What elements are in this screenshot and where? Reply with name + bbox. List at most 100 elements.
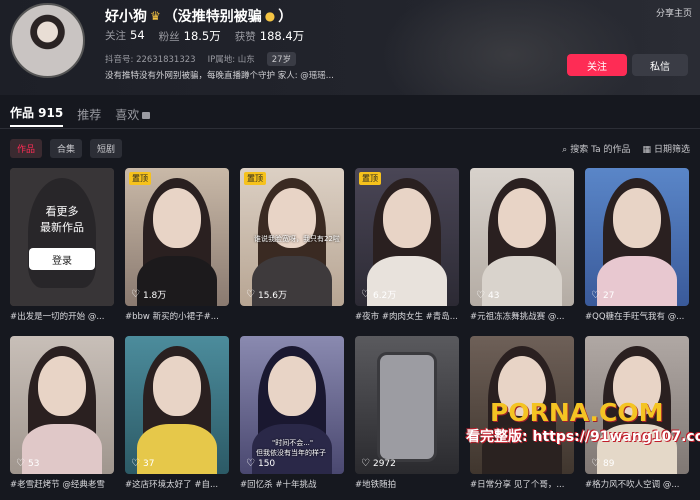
ip-location: IP属地: 山东 bbox=[207, 55, 255, 65]
video-card-2[interactable]: 置顶 ♡ 1.8万 #bbw 新买的小裙子#... bbox=[125, 168, 229, 322]
pinned-badge: 置顶 bbox=[244, 172, 266, 185]
heart-icon: ♡ bbox=[591, 458, 600, 469]
more-works-line1: 看更多 bbox=[45, 205, 79, 218]
more-works-overlay: 看更多 最新作品 登录 bbox=[10, 168, 114, 306]
profile-header: 好小狗 ♛ （没推特别被骗 ● ） 关注 54 粉丝 18.5万 获赞 188.4万 … bbox=[0, 0, 700, 95]
video-card-6[interactable]: ♡ 27 #QQ糖在手旺气我有 @... bbox=[585, 168, 689, 322]
video-thumbnail: ♡ 37 bbox=[125, 336, 229, 474]
like-count: ♡ 2972 bbox=[361, 458, 396, 469]
filter-chips: 作品 合集 短剧 bbox=[10, 139, 123, 158]
date-filter[interactable]: ▦ 日期筛选 bbox=[642, 142, 690, 155]
profile-meta: 抖音号: 22631831323 IP属地: 山东 27岁 bbox=[105, 52, 297, 66]
profile-name: 好小狗 bbox=[105, 9, 147, 25]
like-count: ♡ 43 bbox=[476, 290, 500, 301]
video-thumbnail: ♡ 43 bbox=[470, 168, 574, 306]
profile-bio: 没有推特没有外网别被骗，每晚直播蹲个守护 家人: @瑶瑶... bbox=[105, 71, 334, 81]
subway-door bbox=[377, 352, 437, 462]
video-card-7[interactable]: ♡ 53 #老雪赶烤节 @经典老雪 bbox=[10, 336, 114, 490]
pinned-badge: 置顶 bbox=[129, 172, 151, 185]
video-thumbnail: "时间不会..." 但我依没有当年的样子 ♡ 150 bbox=[240, 336, 344, 474]
search-icon: ⌕ bbox=[562, 145, 568, 155]
video-caption: #老雪赶烤节 @经典老雪 bbox=[10, 480, 105, 490]
video-overlay-text: 谁说我脸宽呀，我只有22啦 bbox=[254, 235, 340, 243]
video-caption: #这店环境太好了 #自... bbox=[125, 480, 219, 490]
video-caption: #QQ糖在手旺气我有 @... bbox=[585, 312, 685, 322]
tab-recommend[interactable]: 推荐 bbox=[77, 106, 101, 127]
video-overlay-text-2: 但我依没有当年的样子 bbox=[256, 449, 326, 457]
video-caption: #回忆杀 #十年挑战 bbox=[240, 480, 317, 490]
thumbnail-face bbox=[613, 188, 661, 248]
tabs-divider bbox=[0, 128, 700, 129]
like-count: ♡ 89 bbox=[591, 458, 615, 469]
fans-stat[interactable]: 粉丝 18.5万 bbox=[159, 28, 221, 44]
like-count: ♡ 27 bbox=[591, 290, 615, 301]
avatar[interactable] bbox=[10, 3, 85, 78]
follow-button[interactable]: 关注 bbox=[567, 54, 627, 76]
video-card-8[interactable]: ♡ 37 #这店环境太好了 #自... bbox=[125, 336, 229, 490]
video-thumbnail: ♡ 53 bbox=[10, 336, 114, 474]
video-thumbnail: ♡ 27 bbox=[585, 168, 689, 306]
thumbnail-face bbox=[153, 356, 201, 416]
video-overlay-text-1: "时间不会..." bbox=[272, 439, 314, 447]
heart-icon: ♡ bbox=[131, 289, 140, 300]
like-count: ♡ 53 bbox=[16, 458, 40, 469]
chip-works[interactable]: 作品 bbox=[10, 139, 43, 158]
video-thumbnail: ♡ 2972 bbox=[355, 336, 459, 474]
chip-collections[interactable]: 合集 bbox=[50, 139, 83, 158]
heart-icon: ♡ bbox=[476, 290, 485, 301]
video-card-3[interactable]: 置顶 谁说我脸宽呀，我只有22啦 ♡ 15.6万 bbox=[240, 168, 344, 310]
video-card-5[interactable]: ♡ 43 #元祖冻冻舞挑战赛 @... bbox=[470, 168, 574, 322]
share-profile-button[interactable]: 分享主页 bbox=[656, 6, 692, 19]
message-button[interactable]: 私信 bbox=[632, 54, 688, 76]
crown-icon: ♛ bbox=[150, 9, 161, 23]
search-works[interactable]: ⌕ 搜索 Ta 的作品 bbox=[562, 142, 630, 155]
thumbnail-face bbox=[498, 188, 546, 248]
video-card-10[interactable]: ♡ 2972 #地铁随拍 bbox=[355, 336, 459, 490]
video-caption: #bbw 新买的小裙子#... bbox=[125, 312, 219, 322]
thumbnail-face bbox=[153, 188, 201, 248]
video-caption: #夜市 #肉肉女生 #青岛... bbox=[355, 312, 458, 322]
tab-likes[interactable]: 喜欢 bbox=[115, 106, 151, 127]
video-thumbnail: 看更多 最新作品 登录 bbox=[10, 168, 114, 306]
heart-icon: ♡ bbox=[246, 289, 255, 300]
profile-name-end: ） bbox=[278, 9, 293, 25]
heart-icon: ♡ bbox=[16, 458, 25, 469]
name-row: 好小狗 ♛ （没推特别被骗 ● ） bbox=[105, 6, 292, 26]
pinned-badge: 置顶 bbox=[359, 172, 381, 185]
video-card-9[interactable]: "时间不会..." 但我依没有当年的样子 ♡ 150 #回忆杀 #十年挑战 bbox=[240, 336, 344, 490]
chip-short-drama[interactable]: 短剧 bbox=[90, 139, 123, 158]
video-caption: #日常分享 见了个哥，... bbox=[470, 480, 565, 490]
video-card-1[interactable]: 看更多 最新作品 登录 #出发是一切的开始 @... bbox=[10, 168, 114, 322]
header-background bbox=[380, 0, 640, 95]
video-thumbnail: 置顶 谁说我脸宽呀，我只有22啦 ♡ 15.6万 bbox=[240, 168, 344, 306]
video-caption: #元祖冻冻舞挑战赛 @... bbox=[470, 312, 565, 322]
following-stat[interactable]: 关注 54 bbox=[105, 28, 145, 44]
heart-icon: ♡ bbox=[361, 289, 370, 300]
video-caption: #地铁随拍 bbox=[355, 480, 397, 490]
like-count: ♡ 15.6万 bbox=[246, 289, 288, 301]
thumbnail-face bbox=[38, 356, 86, 416]
more-works-line2: 最新作品 bbox=[40, 221, 84, 234]
video-caption: #格力风不吹人空调 @... bbox=[585, 480, 680, 490]
age-badge: 27岁 bbox=[266, 52, 297, 66]
heart-icon: ♡ bbox=[131, 458, 140, 469]
profile-name-suffix: （没推特别被骗 bbox=[163, 9, 262, 25]
money-bag-icon: ● bbox=[264, 9, 276, 23]
douyin-id: 抖音号: 22631831323 bbox=[105, 55, 196, 65]
video-card-4[interactable]: 置顶 ♡ 6.2万 #夜市 #肉肉女生 #青岛... bbox=[355, 168, 459, 322]
thumbnail-face bbox=[383, 188, 431, 248]
like-count: ♡ 150 bbox=[246, 458, 276, 469]
lock-icon bbox=[142, 112, 151, 119]
video-caption: #出发是一切的开始 @... bbox=[10, 312, 105, 322]
heart-icon: ♡ bbox=[361, 458, 370, 469]
grid-tools: ⌕ 搜索 Ta 的作品 ▦ 日期筛选 bbox=[562, 142, 690, 155]
video-thumbnail: 置顶 ♡ 6.2万 bbox=[355, 168, 459, 306]
login-button[interactable]: 登录 bbox=[29, 248, 95, 270]
tab-works[interactable]: 作品 915 bbox=[10, 104, 64, 127]
heart-icon: ♡ bbox=[246, 458, 255, 469]
heart-icon: ♡ bbox=[591, 290, 600, 301]
like-count: ♡ 37 bbox=[131, 458, 155, 469]
profile-tabs: 作品 915 推荐 喜欢 bbox=[10, 104, 151, 127]
watermark-logo: PORNA.COM bbox=[490, 398, 664, 427]
like-count: ♡ 1.8万 bbox=[131, 289, 167, 301]
